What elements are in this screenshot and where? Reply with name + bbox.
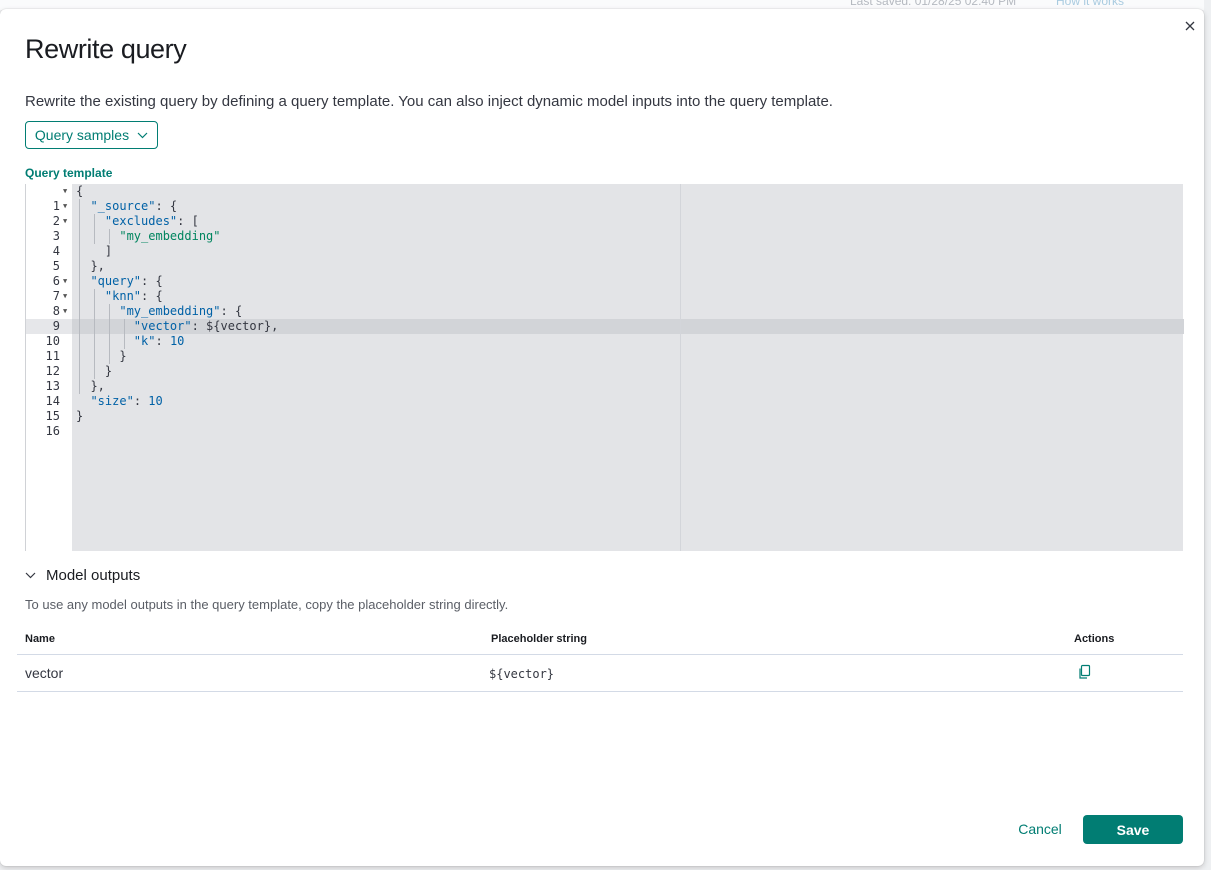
code-token: }, <box>90 259 105 273</box>
table-row: vector ${vector} <box>17 655 1183 692</box>
code-line: 9 ▼ "my_embedding": { <box>26 304 1184 333</box>
code-line: 16 } <box>26 409 1184 438</box>
close-button[interactable] <box>1180 16 1200 36</box>
code-token: : { <box>155 199 178 213</box>
code-token: "my_embedding" <box>119 304 221 318</box>
code-token: "excludes" <box>104 214 178 228</box>
close-icon <box>1185 21 1195 31</box>
save-button[interactable]: Save <box>1083 815 1183 844</box>
code-token: : { <box>141 274 163 288</box>
code-line: 6 }, <box>26 259 1184 288</box>
code-token: : { <box>141 289 163 303</box>
background-right-strip <box>1204 0 1211 870</box>
code-token: } <box>119 349 127 363</box>
code-line: 13 } <box>26 364 1184 393</box>
query-samples-button[interactable]: Query samples <box>25 121 158 149</box>
code-token: }, <box>90 379 105 393</box>
fold-arrow-icon[interactable]: ▼ <box>63 289 67 304</box>
code-token: : [ <box>177 214 199 228</box>
rewrite-query-modal: Rewrite query Rewrite the existing query… <box>0 9 1204 866</box>
query-samples-label: Query samples <box>34 127 130 143</box>
how-it-works-link[interactable]: How it works <box>1056 0 1124 8</box>
copy-placeholder-button[interactable] <box>1077 664 1095 682</box>
code-token: "size" <box>90 394 134 408</box>
line-number: 16 <box>45 424 60 438</box>
code-token: "_source" <box>90 199 156 213</box>
code-line: 5 ] <box>26 244 1184 273</box>
chevron-down-icon <box>137 132 148 138</box>
code-token: : ${vector}, <box>191 319 279 333</box>
fold-arrow-icon[interactable]: ▼ <box>63 274 67 289</box>
model-outputs-toggle[interactable]: Model outputs <box>25 567 140 584</box>
fold-arrow-icon[interactable]: ▼ <box>63 199 67 214</box>
code-line: 4 "my_embedding" <box>26 229 1184 258</box>
query-template-label: Query template <box>25 166 113 180</box>
code-line: 15 "size": 10 <box>26 394 1184 423</box>
output-placeholder: ${vector} <box>489 667 555 681</box>
code-token: "query" <box>90 274 142 288</box>
column-header-name[interactable]: Name <box>25 633 55 645</box>
code-token: "knn" <box>104 289 142 303</box>
chevron-down-icon <box>25 572 36 579</box>
modal-title: Rewrite query <box>25 34 187 64</box>
column-header-placeholder[interactable]: Placeholder string <box>491 633 587 645</box>
model-outputs-title: Model outputs <box>46 567 141 584</box>
modal-description: Rewrite the existing query by defining a… <box>25 93 833 110</box>
code-token: "my_embedding" <box>119 229 221 243</box>
code-line: 3 ▼ "excludes": [ <box>26 214 1184 243</box>
query-template-editor[interactable]: 1 ▼ { 2 ▼ "_source": { 3 ▼ "excludes": [… <box>25 184 1184 551</box>
code-token: : <box>133 394 149 408</box>
copy-icon <box>1079 664 1091 679</box>
code-token: "k" <box>133 334 156 348</box>
code-token: : <box>155 334 170 348</box>
code-line: 11 "k": 10 <box>26 334 1184 363</box>
code-line: 1 ▼ { <box>26 184 1184 213</box>
code-token: : { <box>220 304 243 318</box>
fold-arrow-icon[interactable]: ▼ <box>63 304 67 319</box>
cancel-button[interactable]: Cancel <box>1010 815 1070 843</box>
output-name: vector <box>25 665 64 681</box>
code-line: 14 }, <box>26 379 1184 408</box>
code-token: 10 <box>148 394 163 408</box>
model-outputs-table-header: Name Placeholder string Actions <box>17 627 1183 655</box>
code-token: } <box>104 364 113 378</box>
code-token: } <box>76 409 84 423</box>
code-line: 8 ▼ "knn": { <box>26 289 1184 318</box>
code-token: ] <box>104 244 113 258</box>
column-header-actions: Actions <box>1074 633 1115 645</box>
last-saved-text: Last saved: 01/28/25 02:40 PM <box>850 0 1017 8</box>
code-line: 2 ▼ "_source": { <box>26 199 1184 228</box>
code-line: 12 } <box>26 349 1184 378</box>
fold-arrow-icon[interactable]: ▼ <box>63 184 67 199</box>
code-line: 7 ▼ "query": { <box>26 274 1184 303</box>
model-outputs-description: To use any model outputs in the query te… <box>25 597 509 612</box>
code-token: 10 <box>169 334 185 348</box>
code-token: "vector" <box>133 319 192 333</box>
fold-arrow-icon[interactable]: ▼ <box>63 214 67 229</box>
code-token: { <box>76 184 84 198</box>
code-line: 10 "vector": ${vector}, <box>26 319 1184 348</box>
